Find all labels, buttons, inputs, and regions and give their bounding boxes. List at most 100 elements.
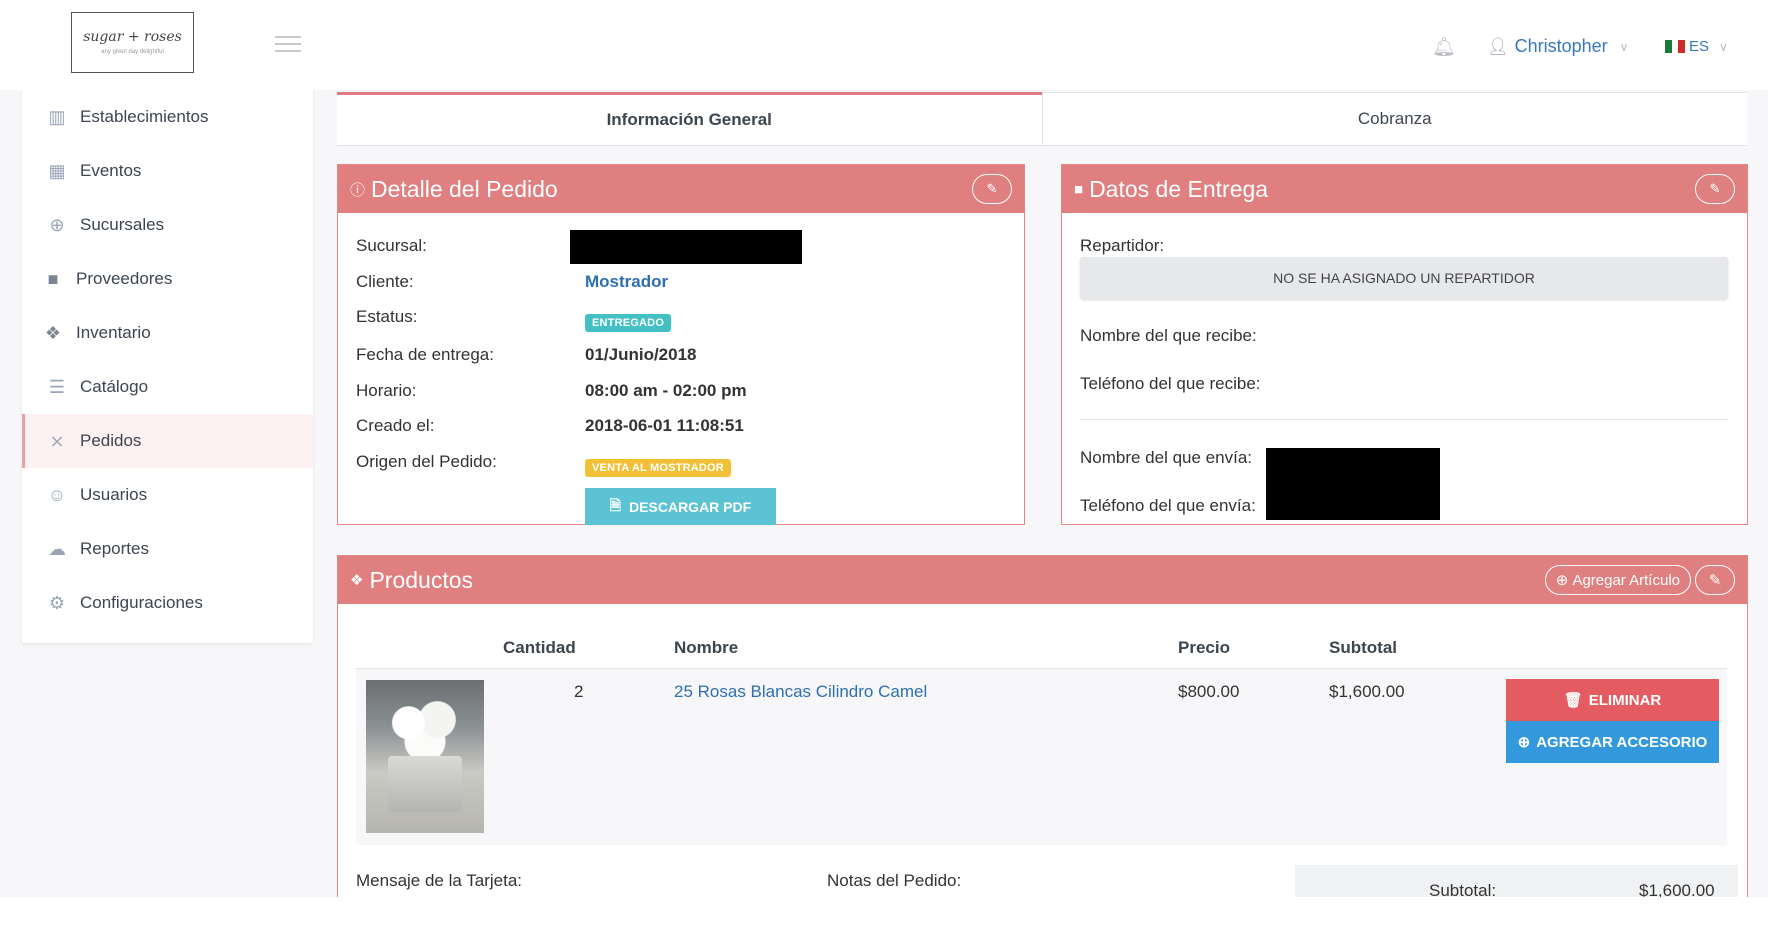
summary-box: Subtotal: $1,600.00 <box>1295 865 1738 897</box>
schedule: 08:00 am - 02:00 pm <box>585 381 747 400</box>
sidebar-item-label: Configuraciones <box>80 593 203 612</box>
field-label: Origen del Pedido: <box>356 452 497 471</box>
mexico-flag-icon <box>1665 40 1686 53</box>
receiver-name-label: Nombre del que recibe: <box>1080 326 1257 345</box>
sender-name-label: Nombre del que envía: <box>1080 448 1252 467</box>
button-label: ELIMINAR <box>1588 691 1662 709</box>
column-header-quantity: Cantidad <box>503 638 576 657</box>
field-label: Estatus: <box>356 307 418 326</box>
panel-title: Productos <box>369 566 474 593</box>
logo-tagline: any given day delightful <box>101 49 164 55</box>
user-icon: 👤︎ <box>1487 36 1509 56</box>
tab-informacion-general[interactable]: Información General <box>337 92 1042 145</box>
panel-title: Datos de Entrega <box>1089 175 1269 202</box>
status-badge-wrap: ENTREGADO <box>585 311 672 332</box>
divider <box>1080 419 1728 420</box>
button-label: Agregar Artículo <box>1572 571 1680 589</box>
sidebar-item-proveedores[interactable]: ■ Proveedores <box>22 252 313 306</box>
page-footer-area <box>0 897 1768 943</box>
panel-header: ⓘ Detalle del Pedido ✎ <box>338 165 1024 213</box>
sidebar-item-label: Pedidos <box>80 431 142 450</box>
field-label: Sucursal: <box>356 236 427 255</box>
sidebar-item-label: Eventos <box>80 161 142 180</box>
summary-subtotal-label: Subtotal: <box>1429 881 1497 897</box>
user-icon: ☺ <box>47 484 67 505</box>
plus-icon: ⊕ <box>1555 572 1573 589</box>
notification-bell-icon[interactable]: 🔔︎ <box>1432 35 1456 59</box>
add-accessory-button[interactable]: ⊕ AGREGAR ACCESORIO <box>1506 721 1719 763</box>
add-article-button[interactable]: ⊕ Agregar Artículo <box>1544 565 1691 595</box>
edit-icon[interactable]: ✎ <box>972 174 1012 204</box>
list-icon: ☰ <box>48 376 66 397</box>
cubes-icon: ❖ <box>350 572 364 589</box>
download-pdf-button[interactable]: 🗎︎ DESCARGAR PDF <box>585 488 776 525</box>
header-actions: ⊕ Agregar Artículo ✎ <box>1544 565 1735 595</box>
redacted-block <box>570 230 802 264</box>
language-selector[interactable]: ES ∨ <box>1665 38 1728 55</box>
field-label: Horario: <box>356 381 417 400</box>
chevron-down-icon: ∨ <box>1719 39 1728 54</box>
redacted-block <box>1266 448 1440 520</box>
card-message-label: Mensaje de la Tarjeta: <box>356 871 523 890</box>
field-label: Fecha de entrega: <box>356 345 494 364</box>
status-badge: ENTREGADO <box>585 314 672 332</box>
truck-icon: ■ <box>1074 180 1084 198</box>
product-price: $800.00 <box>1178 682 1240 701</box>
sidebar-item-label: Sucursales <box>80 215 165 234</box>
globe-icon: ⊕ <box>49 214 65 235</box>
client-link[interactable]: Mostrador <box>585 272 668 292</box>
product-subtotal: $1,600.00 <box>1329 682 1405 701</box>
file-pdf-icon: 🗎︎ <box>609 496 622 513</box>
gear-icon: ⚙ <box>48 592 66 613</box>
top-bar: sugar + roses any given day delightful 🔔… <box>0 0 1768 90</box>
tab-bar: Información General Cobranza <box>337 92 1747 146</box>
sidebar-item-configuraciones[interactable]: ⚙ Configuraciones <box>22 576 313 630</box>
delete-button[interactable]: 🗑︎ ELIMINAR <box>1506 679 1719 721</box>
edit-icon[interactable]: ✎ <box>1695 174 1735 204</box>
button-label: AGREGAR ACCESORIO <box>1536 733 1708 751</box>
menu-toggle-icon[interactable] <box>275 36 301 54</box>
cubes-icon: ❖ <box>44 322 62 343</box>
no-courier-notice: NO SE HA ASIGNADO UN REPARTIDOR <box>1080 257 1728 299</box>
receiver-phone-label: Teléfono del que recibe: <box>1080 374 1261 393</box>
user-menu[interactable]: 👤︎ Christopher ∨ <box>1487 36 1628 57</box>
map-icon: ▥ <box>48 106 66 127</box>
sidebar-item-inventario[interactable]: ❖ Inventario <box>22 306 313 360</box>
sidebar-item-label: Reportes <box>80 539 149 558</box>
sidebar-item-sucursales[interactable]: ⊕ Sucursales <box>22 198 313 252</box>
sidebar-item-reportes[interactable]: ☁ Reportes <box>22 522 313 576</box>
brand-logo[interactable]: sugar + roses any given day delightful <box>71 12 194 73</box>
sender-phone-label: Teléfono del que envía: <box>1080 496 1256 515</box>
sidebar-item-usuarios[interactable]: ☺ Usuarios <box>22 468 313 522</box>
edit-icon[interactable]: ✎ <box>1695 565 1735 595</box>
tab-cobranza[interactable]: Cobranza <box>1041 92 1747 145</box>
delivery-panel: ■ Datos de Entrega ✎ Repartidor: NO SE H… <box>1061 164 1748 525</box>
sidebar-item-label: Establecimientos <box>80 107 209 126</box>
language-code: ES <box>1689 38 1710 55</box>
logo-text: sugar + roses <box>83 29 182 45</box>
product-name-link[interactable]: 25 Rosas Blancas Cilindro Camel <box>674 682 927 702</box>
column-header-name: Nombre <box>674 638 739 657</box>
sidebar-item-eventos[interactable]: ▦ Eventos <box>22 144 313 198</box>
product-quantity: 2 <box>574 682 584 701</box>
field-label: Cliente: <box>356 272 414 291</box>
panel-header: ■ Datos de Entrega ✎ <box>1062 165 1747 213</box>
column-header-price: Precio <box>1178 638 1230 657</box>
sidebar-item-establecimientos[interactable]: ▥ Establecimientos <box>22 90 313 144</box>
created-at: 2018-06-01 11:08:51 <box>585 416 744 435</box>
user-name: Christopher <box>1514 36 1608 56</box>
panel-title: Detalle del Pedido <box>371 175 558 202</box>
truck-icon: ■ <box>47 268 59 289</box>
chevron-down-icon: ∨ <box>1619 39 1629 54</box>
courier-label: Repartidor: <box>1080 236 1165 255</box>
calendar-icon: ▦ <box>48 160 66 181</box>
delivery-date: 01/Junio/2018 <box>585 345 697 364</box>
column-header-subtotal: Subtotal <box>1329 638 1397 657</box>
origin-badge: VENTA AL MOSTRADOR <box>585 459 731 477</box>
button-label: DESCARGAR PDF <box>629 498 752 515</box>
trash-icon: 🗑︎ <box>1563 692 1583 709</box>
order-detail-panel: ⓘ Detalle del Pedido ✎ Sucursal: Cliente… <box>337 164 1025 525</box>
sidebar-item-catalogo[interactable]: ☰ Catálogo <box>22 360 313 414</box>
panel-header: ❖ Productos ⊕ Agregar Artículo ✎ <box>338 556 1747 604</box>
sidebar-item-pedidos[interactable]: ⨯ Pedidos <box>22 414 313 468</box>
